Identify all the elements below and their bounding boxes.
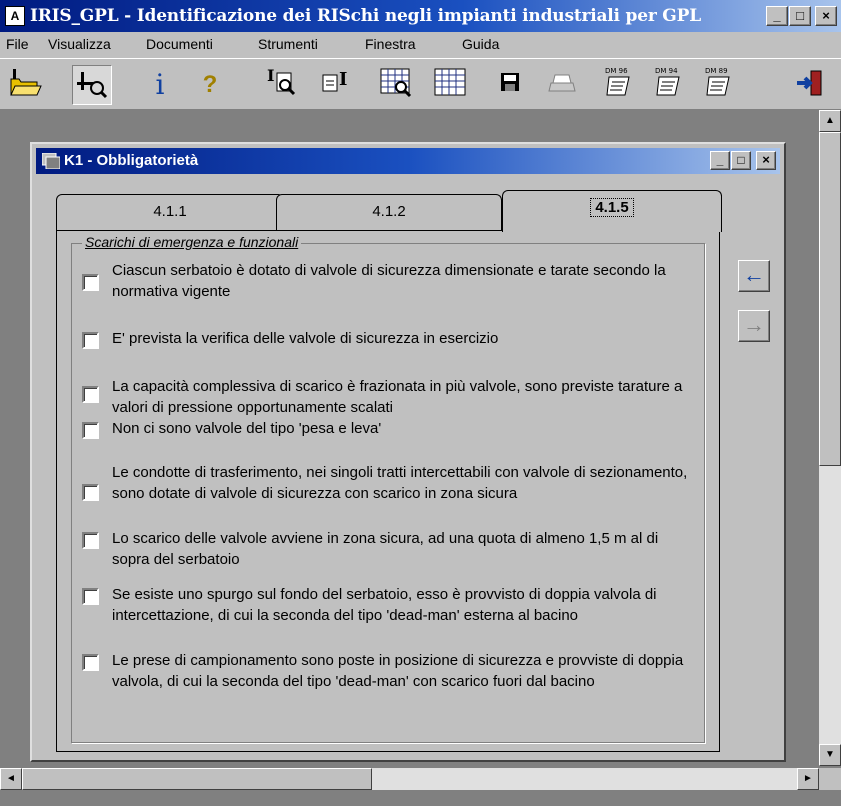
text-insert-icon[interactable]: I: [318, 65, 358, 105]
app-title: IRIS_GPL - Identificazione dei RISchi ne…: [30, 6, 701, 26]
checklist-item-text: Le condotte di trasferimento, nei singol…: [112, 464, 688, 502]
help-icon[interactable]: ?: [190, 65, 230, 105]
find-icon[interactable]: [72, 65, 112, 105]
scroll-right-button[interactable]: ►: [797, 768, 819, 790]
tab-4-1-1[interactable]: 4.1.1: [56, 194, 284, 230]
tab-4-1-2[interactable]: 4.1.2: [276, 194, 502, 230]
maximize-button[interactable]: □: [789, 6, 811, 26]
groupbox-scarichi: Scarichi di emergenza e funzionali Ciasc…: [71, 234, 705, 743]
checkbox[interactable]: [82, 484, 99, 501]
close-button[interactable]: ×: [815, 6, 837, 26]
checklist-item-text: Se esiste uno spurgo sul fondo del serba…: [112, 586, 657, 624]
vertical-scrollbar[interactable]: ▲ ▼: [819, 110, 841, 766]
dm94-icon[interactable]: DM 94: [650, 65, 690, 105]
checkbox[interactable]: [82, 386, 99, 403]
checkbox[interactable]: [82, 532, 99, 549]
checkbox[interactable]: [82, 422, 99, 439]
next-arrow-button[interactable]: →: [738, 310, 770, 342]
checklist-item-text: E' prevista la verifica delle valvole di…: [112, 330, 499, 347]
group-title: Scarichi di emergenza e funzionali: [82, 234, 302, 250]
menu-finestra[interactable]: Finestra: [365, 36, 416, 52]
grid-icon[interactable]: [430, 65, 470, 105]
menu-file[interactable]: File: [6, 36, 29, 52]
checklist-item-text: Ciascun serbatoio è dotato di valvole di…: [112, 262, 666, 300]
horizontal-scroll-thumb[interactable]: [22, 768, 372, 790]
previous-arrow-button[interactable]: ←: [738, 260, 770, 292]
child-minimize-button[interactable]: _: [710, 151, 730, 170]
checklist-item-text: La capacità complessiva di scarico è fra…: [112, 378, 683, 416]
menu-documenti[interactable]: Documenti: [146, 36, 213, 52]
menu-bar: File Visualizza Documenti Strumenti Fine…: [0, 32, 841, 58]
toolbar: i ? I I DM 96 DM 94 DM 89: [0, 58, 841, 110]
tab-4-1-2-label: 4.1.2: [372, 203, 406, 220]
dm96-icon[interactable]: DM 96: [600, 65, 640, 105]
child-window-title: K1 - Obbligatorietà: [64, 152, 199, 169]
svg-text:I: I: [267, 66, 274, 85]
scroll-up-button[interactable]: ▲: [819, 110, 841, 132]
horizontal-scrollbar[interactable]: ◄ ►: [0, 768, 819, 790]
checkbox[interactable]: [82, 274, 99, 291]
exit-icon[interactable]: [790, 65, 830, 105]
svg-text:I: I: [339, 69, 347, 90]
tab-panel-4-1-5: Scarichi di emergenza e funzionali Ciasc…: [56, 230, 720, 752]
child-window-k1: K1 - Obbligatorietà _ □ × 4.1.1 4.1.2 4.…: [30, 142, 786, 762]
open-folder-icon[interactable]: [6, 65, 46, 105]
child-maximize-button[interactable]: □: [731, 151, 751, 170]
dm94-label: DM 94: [655, 67, 678, 75]
checkbox[interactable]: [82, 654, 99, 671]
checkbox[interactable]: [82, 588, 99, 605]
tab-strip: 4.1.1 4.1.2 4.1.5: [56, 190, 726, 232]
tab-4-1-5-label: 4.1.5: [590, 198, 634, 217]
checklist-item-text: Lo scarico delle valvole avviene in zona…: [112, 530, 659, 568]
child-close-button[interactable]: ×: [756, 151, 776, 170]
tab-4-1-5[interactable]: 4.1.5: [502, 190, 722, 232]
checklist-item-text: Le prese di campionamento sono poste in …: [112, 652, 684, 690]
size-grip[interactable]: [819, 768, 841, 790]
app-titlebar[interactable]: A IRIS_GPL - Identificazione dei RISchi …: [0, 0, 841, 32]
dm89-label: DM 89: [705, 67, 728, 75]
menu-visualizza[interactable]: Visualizza: [48, 36, 111, 52]
tab-4-1-1-label: 4.1.1: [153, 203, 187, 220]
minimize-button[interactable]: _: [766, 6, 788, 26]
scroll-left-button[interactable]: ◄: [0, 768, 22, 790]
grid-search-icon[interactable]: [376, 65, 416, 105]
info-icon[interactable]: i: [140, 65, 180, 105]
dm96-label: DM 96: [605, 67, 628, 75]
scroll-down-button[interactable]: ▼: [819, 744, 841, 766]
vertical-scroll-thumb[interactable]: [819, 132, 841, 466]
child-window-icon[interactable]: [41, 152, 61, 170]
menu-strumenti[interactable]: Strumenti: [258, 36, 318, 52]
save-icon[interactable]: [490, 65, 530, 105]
checkbox[interactable]: [82, 332, 99, 349]
menu-guida[interactable]: Guida: [462, 36, 499, 52]
print-icon[interactable]: [542, 65, 582, 105]
app-icon[interactable]: A: [5, 6, 25, 26]
text-search-icon[interactable]: I: [262, 65, 302, 105]
checklist-item-text: Non ci sono valvole del tipo 'pesa e lev…: [112, 420, 382, 437]
child-titlebar[interactable]: K1 - Obbligatorietà _ □ ×: [36, 148, 780, 174]
dm89-icon[interactable]: DM 89: [700, 65, 740, 105]
